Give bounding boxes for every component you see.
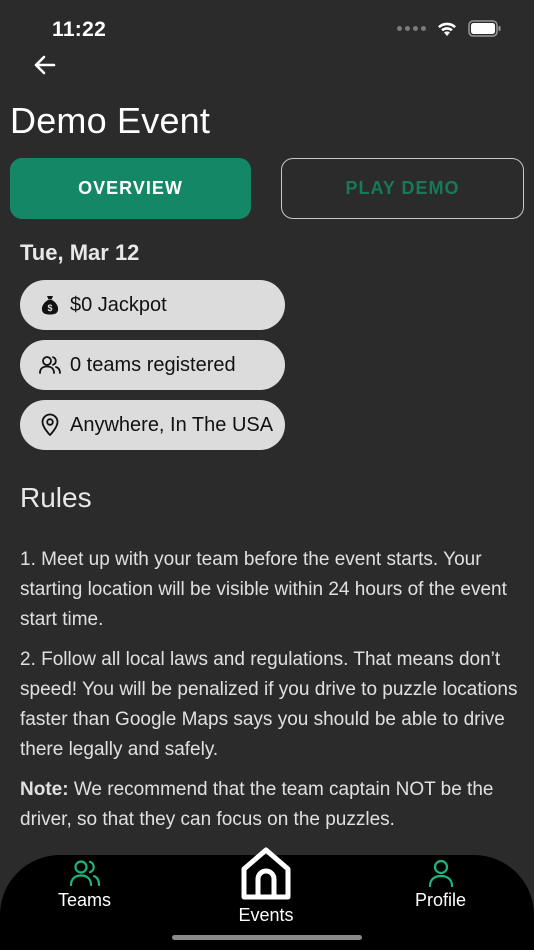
status-time: 11:22 (52, 18, 107, 41)
nav-events[interactable]: Events (234, 845, 298, 926)
rules-heading: Rules (20, 482, 92, 513)
rule-1: 1. Meet up with your team before the eve… (20, 549, 507, 630)
location-pill: Anywhere, In The USA (20, 400, 285, 450)
event-date: Tue, Mar 12 (20, 240, 140, 265)
svg-text:$: $ (47, 303, 52, 313)
users-icon (69, 860, 100, 887)
teams-registered-pill: 0 teams registered (20, 340, 285, 390)
page-title: Demo Event (10, 100, 211, 141)
signal-icon (397, 26, 426, 31)
user-icon (428, 859, 453, 888)
status-icons (397, 20, 502, 37)
money-bag-icon: $ (38, 293, 62, 317)
location-text: Anywhere, In The USA (70, 413, 274, 436)
rule-2: 2. Follow all local laws and regulations… (20, 649, 518, 760)
nav-teams-label: Teams (58, 890, 112, 910)
arrow-left-icon (34, 55, 56, 75)
nav-profile-label: Profile (415, 890, 467, 910)
nav-teams[interactable]: Teams (58, 858, 111, 911)
nav-profile[interactable]: Profile (415, 858, 466, 911)
jackpot-text: $0 Jackpot (70, 293, 167, 316)
home-icon (241, 847, 291, 900)
battery-icon (468, 20, 501, 37)
back-button[interactable] (30, 50, 60, 80)
note-text: We recommend that the team captain NOT b… (20, 779, 494, 830)
tab-overview[interactable]: OVERVIEW (10, 158, 251, 219)
status-bar: 11:22 (0, 0, 534, 56)
note-label: Note: (20, 779, 69, 800)
tab-play-demo[interactable]: PLAY DEMO (281, 158, 524, 219)
home-indicator (172, 935, 362, 940)
users-icon (38, 353, 62, 377)
map-pin-icon (38, 413, 62, 437)
jackpot-pill: $ $0 Jackpot (20, 280, 285, 330)
wifi-icon (438, 22, 456, 36)
nav-events-label: Events (238, 905, 294, 925)
teams-registered-text: 0 teams registered (70, 353, 236, 376)
rule-note: Note: We recommend that the team captain… (20, 775, 520, 835)
rules-body: 1. Meet up with your team before the eve… (20, 545, 520, 845)
